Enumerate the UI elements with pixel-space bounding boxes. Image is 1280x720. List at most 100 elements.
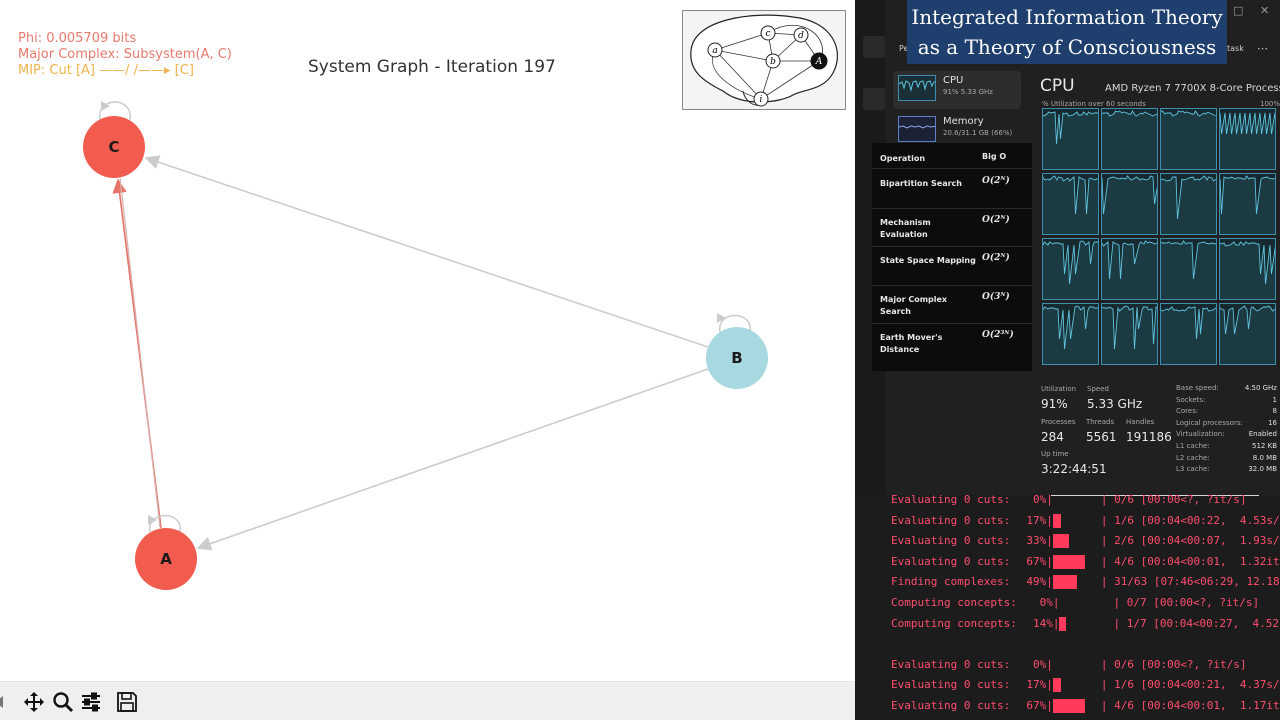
svg-text:b: b — [770, 57, 776, 67]
nav-block[interactable] — [863, 36, 885, 58]
edge-b-to-c — [144, 155, 709, 348]
progress-stats: | 0/7 [00:00<?, ?it/s] — [1113, 596, 1260, 609]
big-o-row: Bipartition Search O(2ᴺ) — [872, 169, 1032, 209]
core-usage-graph — [1219, 238, 1276, 300]
progress-percent: 0%| — [1032, 493, 1053, 506]
nav-block[interactable] — [863, 88, 885, 110]
brain-network-drawing: a c d b A i — [690, 14, 838, 107]
detail-value: 16 — [1268, 418, 1277, 427]
svg-text:i: i — [760, 95, 763, 105]
threads-label: Threads — [1086, 418, 1115, 426]
detail-key: Base speed: — [1176, 384, 1219, 392]
maximize-button[interactable]: □ — [1233, 4, 1243, 17]
sidebar-item-cpu[interactable]: CPU 91% 5.33 GHz — [893, 71, 1021, 109]
progress-stats: | 4/6 [00:04<00:01, 1.32it/s] — [1100, 554, 1280, 568]
detail-key: Cores: — [1176, 407, 1199, 416]
uptime-value: 3:22:44:51 — [1041, 462, 1107, 476]
progress-stats: | 2/6 [00:04<00:07, 1.93s/it] — [1100, 534, 1280, 548]
plot-toolbar — [0, 681, 855, 720]
terminal-progress-line: Evaluating 0 cuts: 17%| | 1/6 [00:04<00:2… — [891, 677, 1280, 693]
big-o-operation: Mechanism Evaluation — [880, 218, 931, 239]
big-o-operation: Major Complex Search — [880, 295, 948, 316]
progress-percent: 0%| — [1032, 657, 1053, 671]
terminal-progress-line: Computing concepts: 0%| | 0/7 [00:00<?, ?… — [891, 595, 1259, 611]
big-o-operation: State Space Mapping — [880, 256, 976, 265]
svg-text:d: d — [798, 31, 804, 41]
progress-percent: 0%| — [1039, 596, 1060, 609]
core-usage-graph — [1101, 303, 1158, 365]
more-options-icon[interactable]: ⋯ — [1257, 42, 1268, 55]
progress-label: Evaluating 0 cuts: — [891, 554, 1011, 568]
mip-cut-text: MIP: Cut [A] ——/ /——▸ [C] — [18, 63, 194, 78]
svg-text:A: A — [815, 57, 823, 67]
major-complex-text: Major Complex: Subsystem(A, C) — [18, 47, 232, 62]
back-arrow-icon[interactable] — [0, 689, 12, 715]
big-o-row: Major Complex Search O(3ᴺ) — [872, 286, 1032, 324]
node-b-label: B — [731, 349, 742, 367]
progress-label: Finding complexes: — [891, 575, 1011, 589]
tab-fragment-right[interactable]: task — [1227, 44, 1244, 53]
big-o-header-complexity: Big O — [982, 152, 1007, 161]
detail-value: 8.0 MB — [1252, 453, 1277, 462]
core-usage-graph — [1042, 108, 1099, 170]
detail-key: L1 cache: — [1176, 442, 1210, 450]
utilization-caption: % Utilization over 60 seconds — [1042, 100, 1146, 108]
progress-label: Computing concepts: — [891, 596, 1017, 609]
core-usage-graph — [1160, 303, 1217, 365]
progress-bar-track — [1052, 678, 1101, 695]
processes-label: Processes — [1041, 418, 1076, 426]
progress-bar-track — [1052, 575, 1101, 592]
cpu-title: CPU — [1040, 76, 1075, 96]
detail-value: 4.50 GHz — [1244, 384, 1277, 392]
progress-bar-fill — [1052, 699, 1085, 713]
edge-c-to-a — [119, 177, 161, 528]
pan-icon[interactable] — [21, 689, 47, 715]
sidebar-cpu-label: CPU — [943, 75, 964, 86]
core-usage-graph — [1101, 238, 1158, 300]
big-o-row: Earth Mover's Distance O(2³ᴺ) — [872, 324, 1032, 368]
cpu-thumbnail-graph — [898, 75, 936, 101]
terminal-progress-line: Evaluating 0 cuts: 33%| | 2/6 [00:04<00:0… — [891, 533, 1280, 549]
configure-subplots-icon[interactable] — [78, 689, 104, 715]
progress-label: Evaluating 0 cuts: — [891, 534, 1011, 548]
progress-bar-fill — [1052, 575, 1077, 590]
progress-bar-fill — [1059, 616, 1067, 631]
progress-percent: 33%| — [1026, 534, 1053, 548]
core-usage-graph — [1042, 173, 1099, 235]
core-usage-graph — [1160, 238, 1217, 300]
progress-label: Evaluating 0 cuts: — [891, 657, 1011, 671]
progress-bar-track — [1052, 699, 1101, 716]
processes-value: 284 — [1041, 430, 1064, 444]
core-usage-graph — [1219, 303, 1276, 365]
brain-network-inset-image: a c d b A i — [682, 10, 846, 110]
progress-bar-track — [1053, 493, 1101, 510]
detail-key: L3 cache: — [1176, 465, 1210, 474]
progress-bar-fill — [1052, 513, 1061, 528]
progress-stats: | 0/6 [00:00<?, ?it/s] — [1100, 657, 1247, 671]
threads-value: 5561 — [1086, 430, 1117, 444]
big-o-complexity: O(3ᴺ) — [982, 292, 1010, 302]
speed-label: Speed — [1087, 385, 1109, 393]
progress-stats: | 31/63 [07:46<06:29, 12.18s/it] — [1100, 575, 1280, 589]
core-usage-graph — [1160, 108, 1217, 170]
terminal-progress-line: Evaluating 0 cuts: 67%| | 4/6 [00:04<00:0… — [891, 554, 1280, 570]
zoom-icon[interactable] — [50, 689, 76, 715]
right-panel: Pe task ⋯ □ ✕ Integrated Information The… — [855, 0, 1280, 720]
terminal-progress-line: Evaluating 0 cuts: 0%| | 0/6 [00:00<?, ?i… — [891, 657, 1247, 673]
phi-value-text: Phi: 0.005709 bits — [18, 31, 137, 46]
terminal-output: Evaluating 0 cuts: 0%| | 0/6 [00:00<?, ?i… — [855, 493, 1280, 720]
edge-b-to-a — [196, 368, 709, 551]
core-usage-graph — [1219, 108, 1276, 170]
core-usage-graph — [1042, 303, 1099, 365]
save-icon[interactable] — [114, 689, 140, 715]
progress-label: Evaluating 0 cuts: — [891, 678, 1011, 692]
core-usage-graph — [1160, 173, 1217, 235]
progress-stats: | 1/6 [00:04<00:21, 4.37s/it] — [1100, 678, 1280, 692]
close-button[interactable]: ✕ — [1260, 4, 1269, 17]
handles-value: 191186 — [1126, 430, 1172, 444]
node-a-label: A — [160, 550, 172, 568]
memory-thumbnail-graph — [898, 116, 936, 142]
big-o-operation: Bipartition Search — [880, 179, 962, 188]
progress-bar-track — [1052, 513, 1101, 531]
uptime-label: Up time — [1041, 450, 1069, 458]
